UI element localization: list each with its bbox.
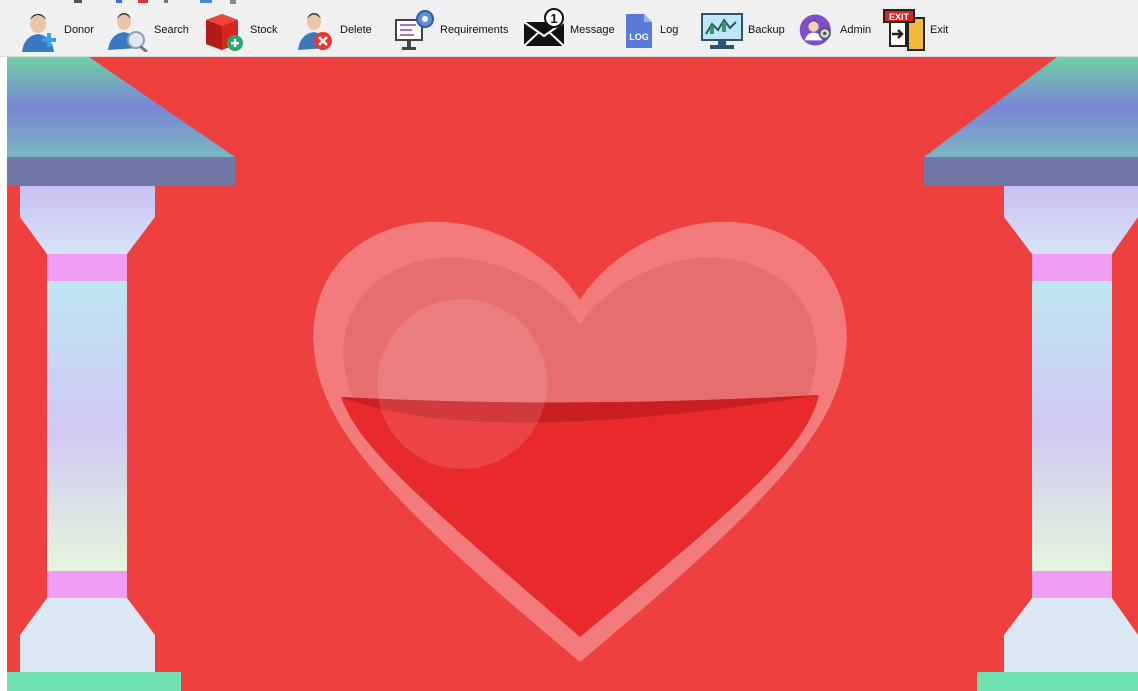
right-pillar-roof xyxy=(924,57,1138,157)
stock-button-label: Stock xyxy=(250,24,278,36)
exit-sign-text: EXIT xyxy=(889,12,910,22)
search-icon xyxy=(106,8,150,52)
left-pillar-base xyxy=(20,598,155,672)
right-pillar-plinth xyxy=(977,672,1138,691)
right-pillar xyxy=(924,57,1138,691)
heart-illustration xyxy=(313,221,847,662)
right-pillar-upper-band xyxy=(1032,254,1112,281)
admin-button[interactable]: Admin xyxy=(798,8,871,52)
left-pillar-plinth xyxy=(7,672,181,691)
exit-icon: EXIT xyxy=(882,8,926,52)
stock-button[interactable]: Stock xyxy=(202,8,278,52)
log-icon-text: LOG xyxy=(629,32,649,42)
message-button[interactable]: 1 Message xyxy=(522,8,615,52)
delete-icon xyxy=(292,8,336,52)
blood-bank-illustration xyxy=(7,57,1138,691)
backup-icon xyxy=(700,8,744,52)
exit-button[interactable]: EXIT Exit xyxy=(882,8,948,52)
partially-visible-toolbar-row xyxy=(74,0,236,4)
main-canvas-background xyxy=(7,57,1138,691)
left-pillar-roof xyxy=(7,57,235,157)
right-pillar-lower-band xyxy=(1032,571,1112,598)
message-button-label: Message xyxy=(570,24,615,36)
donor-icon xyxy=(16,8,60,52)
right-pillar-capital xyxy=(1004,186,1138,254)
admin-button-label: Admin xyxy=(840,24,872,36)
donor-button[interactable]: Donor xyxy=(16,8,94,52)
right-pillar-beam xyxy=(924,157,1138,186)
message-icon: 1 xyxy=(522,8,566,52)
requirements-button-label: Requirements xyxy=(440,24,509,36)
left-pillar-upper-band xyxy=(47,254,127,281)
requirements-icon xyxy=(392,8,436,52)
admin-icon xyxy=(798,8,836,52)
delete-button[interactable]: Delete xyxy=(292,8,372,52)
delete-button-label: Delete xyxy=(340,24,372,36)
requirements-button[interactable]: Requirements xyxy=(392,8,508,52)
backup-button-label: Backup xyxy=(748,24,785,36)
log-icon: LOG xyxy=(620,8,656,52)
search-button[interactable]: Search xyxy=(106,8,189,52)
left-pillar-lower-band xyxy=(47,571,127,598)
message-badge: 1 xyxy=(550,11,557,26)
donor-button-label: Donor xyxy=(64,24,94,36)
backup-button[interactable]: Backup xyxy=(700,8,785,52)
left-pillar-capital xyxy=(20,186,155,254)
left-pillar-shaft xyxy=(47,281,127,571)
exit-button-label: Exit xyxy=(930,24,949,36)
main-toolbar: Donor Search Stock Delete Requirements 1… xyxy=(0,0,1138,57)
left-pillar xyxy=(7,57,235,691)
stock-icon xyxy=(202,8,246,52)
right-pillar-shaft xyxy=(1032,281,1112,571)
left-pillar-beam xyxy=(7,157,235,186)
right-pillar-base xyxy=(1004,598,1138,672)
log-button-label: Log xyxy=(660,24,679,36)
heart-highlight xyxy=(377,299,547,469)
search-button-label: Search xyxy=(154,24,189,36)
log-button[interactable]: LOG Log xyxy=(620,8,678,52)
